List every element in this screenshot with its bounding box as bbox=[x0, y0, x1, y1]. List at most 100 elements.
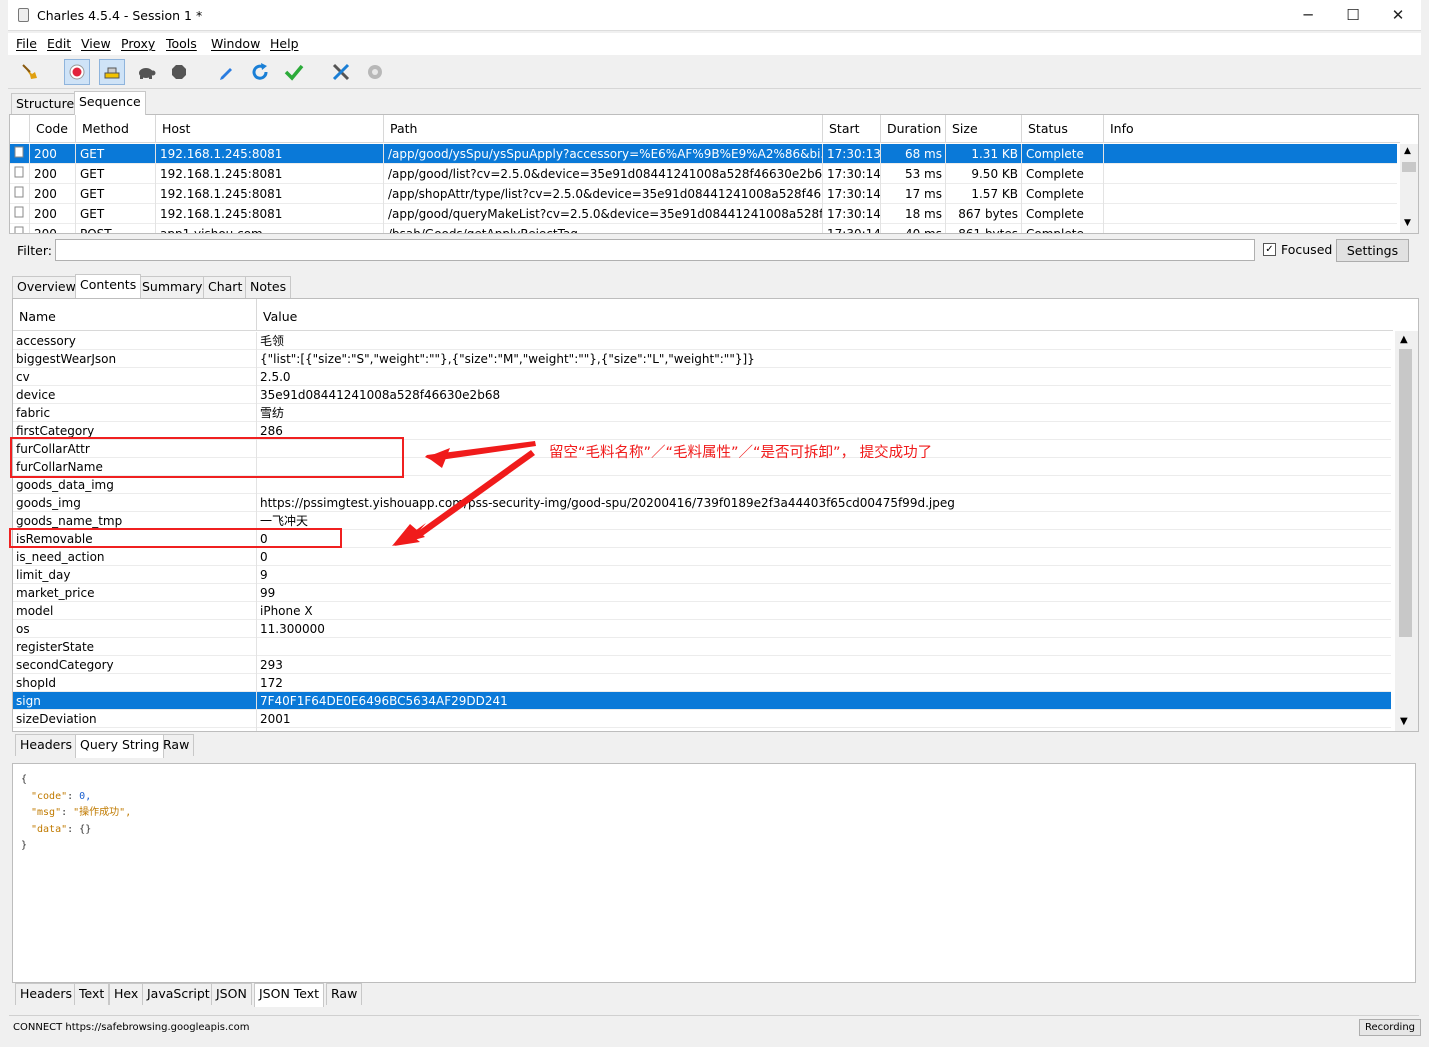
menu-help[interactable]: Help bbox=[270, 36, 299, 51]
menu-tools[interactable]: Tools bbox=[166, 36, 197, 51]
menu-proxy[interactable]: Proxy bbox=[121, 36, 155, 51]
column-start[interactable]: Start bbox=[823, 115, 881, 143]
cell-method: GET bbox=[76, 164, 156, 184]
tab-structure[interactable]: Structure bbox=[11, 93, 80, 115]
tab-summary[interactable]: Summary bbox=[137, 276, 208, 298]
table-row[interactable]: 200 GET 192.168.1.245:8081 /app/good/lis… bbox=[10, 164, 1397, 184]
param-row[interactable]: sign 7F40F1F64DE0E6496BC5634AF29DD241 bbox=[13, 692, 1391, 710]
tab-javascript[interactable]: JavaScript bbox=[142, 983, 215, 1005]
tab-query-string[interactable]: Query String bbox=[75, 734, 165, 758]
column-path[interactable]: Path bbox=[384, 115, 823, 143]
menu-view[interactable]: View bbox=[81, 36, 111, 51]
refresh-icon[interactable] bbox=[247, 59, 273, 85]
cell-host: 192.168.1.245:8081 bbox=[156, 184, 384, 204]
column-code[interactable]: Code bbox=[30, 115, 76, 143]
cell-duration: 53 ms bbox=[881, 164, 946, 184]
tab-text[interactable]: Text bbox=[74, 983, 110, 1005]
settings-button[interactable]: Settings bbox=[1336, 239, 1409, 262]
tab-response-raw[interactable]: Raw bbox=[326, 983, 363, 1005]
tab-hex[interactable]: Hex bbox=[109, 983, 144, 1005]
param-row[interactable]: goods_data_img bbox=[13, 476, 1391, 494]
check-icon[interactable] bbox=[281, 59, 307, 85]
table-row[interactable]: 200 GET 192.168.1.245:8081 /app/shopAttr… bbox=[10, 184, 1397, 204]
maximize-button[interactable]: ☐ bbox=[1343, 6, 1363, 26]
params-scrollbar[interactable]: ▲ ▼ bbox=[1395, 331, 1418, 731]
pen-icon[interactable] bbox=[213, 59, 239, 85]
param-row[interactable]: fabric 雪纺 bbox=[13, 404, 1391, 422]
tab-contents[interactable]: Contents bbox=[75, 274, 142, 298]
record-icon[interactable] bbox=[64, 59, 90, 85]
scroll-up-icon[interactable]: ▲ bbox=[1400, 334, 1408, 345]
column-name[interactable]: Name bbox=[19, 309, 56, 324]
param-row[interactable]: model iPhone X bbox=[13, 602, 1391, 620]
json-key: "msg" bbox=[31, 807, 62, 818]
param-row[interactable]: is_need_action 0 bbox=[13, 548, 1391, 566]
param-name: is_need_action bbox=[16, 550, 105, 564]
scroll-down-icon[interactable]: ▼ bbox=[1404, 218, 1411, 228]
column-info[interactable]: Info bbox=[1104, 115, 1400, 143]
cell-start: 17:30:14 bbox=[823, 224, 881, 233]
scroll-thumb[interactable] bbox=[1402, 162, 1416, 172]
gear-icon[interactable] bbox=[362, 59, 388, 85]
column-size[interactable]: Size bbox=[946, 115, 1022, 143]
focused-checkbox[interactable]: ✓ bbox=[1263, 243, 1276, 256]
column-divider bbox=[256, 692, 257, 710]
recording-indicator[interactable]: Recording bbox=[1359, 1019, 1422, 1036]
tab-overview[interactable]: Overview bbox=[12, 276, 81, 298]
param-row[interactable]: market_price 99 bbox=[13, 584, 1391, 602]
param-row[interactable]: sizeDeviation 2001 bbox=[13, 710, 1391, 728]
param-row[interactable]: registerState bbox=[13, 638, 1391, 656]
tab-chart[interactable]: Chart bbox=[203, 276, 248, 298]
menu-file[interactable]: File bbox=[16, 36, 37, 51]
minimize-button[interactable]: ─ bbox=[1298, 6, 1318, 26]
table-header: Code Method Host Path Start Duration Siz… bbox=[10, 115, 1400, 143]
column-status[interactable]: Status bbox=[1022, 115, 1104, 143]
turtle-icon[interactable] bbox=[133, 59, 159, 85]
close-button[interactable]: ✕ bbox=[1388, 6, 1408, 26]
broom-icon[interactable] bbox=[17, 59, 43, 85]
table-row[interactable]: 200 GET 192.168.1.245:8081 /app/good/que… bbox=[10, 204, 1397, 224]
param-row[interactable]: cv 2.5.0 bbox=[13, 368, 1391, 386]
param-name: goods_img bbox=[16, 496, 81, 510]
column-value[interactable]: Value bbox=[263, 309, 297, 324]
param-row[interactable]: biggestWearJson {"list":[{"size":"S","wei… bbox=[13, 350, 1391, 368]
table-row[interactable]: 200 GET 192.168.1.245:8081 /app/good/ysS… bbox=[10, 144, 1397, 164]
cell-path: /app/good/queryMakeList?cv=2.5.0&device=… bbox=[384, 204, 823, 224]
column-divider bbox=[256, 494, 257, 512]
column-duration[interactable]: Duration bbox=[881, 115, 946, 143]
param-row[interactable]: limit_day 9 bbox=[13, 566, 1391, 584]
table-scrollbar[interactable]: ▲ ▼ bbox=[1400, 144, 1418, 233]
tab-notes[interactable]: Notes bbox=[245, 276, 292, 298]
column-method[interactable]: Method bbox=[76, 115, 156, 143]
table-row[interactable]: 200 POST app1.yishou.com /bsah/Goods/get… bbox=[10, 224, 1397, 233]
tab-sequence[interactable]: Sequence bbox=[74, 91, 146, 115]
column-divider bbox=[256, 548, 257, 566]
param-row[interactable]: os 11.300000 bbox=[13, 620, 1391, 638]
cell-info bbox=[1104, 184, 1397, 204]
scroll-thumb[interactable] bbox=[1399, 349, 1412, 637]
scroll-up-icon[interactable]: ▲ bbox=[1404, 146, 1411, 156]
filter-input[interactable] bbox=[55, 239, 1255, 261]
param-row[interactable]: shopId 172 bbox=[13, 674, 1391, 692]
stop-icon[interactable] bbox=[166, 59, 192, 85]
menu-window[interactable]: Window bbox=[211, 36, 260, 51]
status-text: CONNECT https://safebrowsing.googleapis.… bbox=[13, 1022, 250, 1033]
param-row[interactable]: sizeInfo bbox=[13, 728, 1391, 731]
column-host[interactable]: Host bbox=[156, 115, 384, 143]
tab-request-headers[interactable]: Headers bbox=[15, 734, 78, 756]
scroll-down-icon[interactable]: ▼ bbox=[1400, 716, 1408, 727]
json-value: "操作成功", bbox=[73, 807, 132, 818]
param-row[interactable]: goods_img https://pssimgtest.yishouapp.co… bbox=[13, 494, 1391, 512]
menu-edit[interactable]: Edit bbox=[47, 36, 71, 51]
param-row[interactable]: accessory 毛领 bbox=[13, 332, 1391, 350]
tab-json[interactable]: JSON bbox=[211, 983, 252, 1005]
param-row[interactable]: secondCategory 293 bbox=[13, 656, 1391, 674]
column-divider bbox=[256, 299, 257, 331]
tab-response-headers[interactable]: Headers bbox=[15, 983, 78, 1005]
json-open-brace: { bbox=[21, 774, 28, 785]
throttle-icon[interactable] bbox=[99, 59, 125, 85]
param-row[interactable]: device 35e91d08441241008a528f46630e2b68 bbox=[13, 386, 1391, 404]
tab-json-text[interactable]: JSON Text bbox=[254, 983, 325, 1007]
tools-icon[interactable] bbox=[328, 59, 354, 85]
cell-code: 200 bbox=[30, 144, 76, 164]
